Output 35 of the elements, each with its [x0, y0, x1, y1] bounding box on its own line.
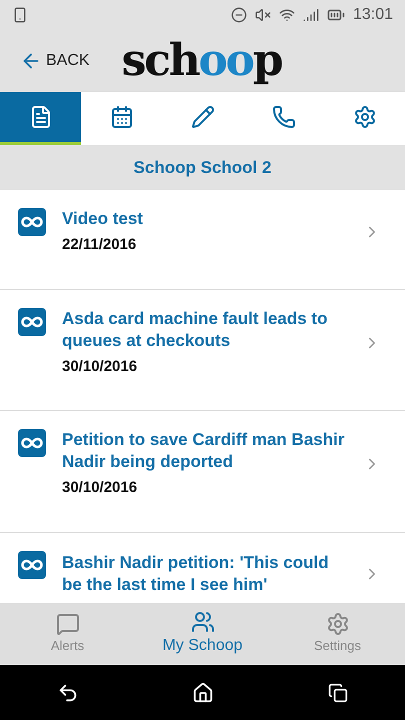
mute-icon — [254, 7, 271, 23]
news-date: 22/11/2016 — [62, 235, 138, 255]
infinity-logo-icon — [18, 550, 46, 578]
back-icon[interactable] — [56, 682, 79, 704]
nav-item[interactable]: My Schoop — [135, 603, 270, 665]
chat-icon — [56, 612, 80, 636]
schoop-logo: schoop — [122, 39, 282, 83]
tab[interactable] — [0, 92, 81, 145]
phone-icon — [272, 105, 296, 129]
news-date: 30/10/2016 — [62, 356, 138, 376]
wifi-icon — [278, 7, 295, 23]
do-not-disturb-icon — [230, 7, 247, 23]
infinity-logo-icon — [18, 208, 46, 236]
clock-time: 13:01 — [352, 5, 393, 25]
infinity-logo-icon — [18, 429, 46, 457]
news-title: Bashir Nadir petition: 'This could be the last time I see him' — [62, 552, 330, 596]
news-item[interactable]: Asda card machine fault leads to queues at checkouts 30/10/2016 — [0, 290, 405, 411]
device-icon — [12, 7, 28, 23]
school-title: Schoop School 2 — [134, 156, 272, 179]
home-icon[interactable] — [192, 682, 214, 704]
news-item[interactable]: Petition to save Cardiff man Bashir Nadir being deported 30/10/2016 — [0, 411, 405, 532]
infinity-logo-icon — [18, 308, 46, 336]
settings-icon — [352, 105, 376, 129]
news-title: Petition to save Cardiff man Bashir Nadir being deported — [62, 429, 346, 473]
signal-icon — [302, 7, 319, 23]
people-icon — [190, 610, 214, 634]
pencil-icon — [190, 105, 214, 129]
news-item[interactable]: Video test 22/11/2016 — [0, 190, 405, 290]
news-date: 30/10/2016 — [62, 478, 138, 498]
recent-apps-icon[interactable] — [328, 682, 348, 702]
settings-icon — [326, 612, 350, 636]
news-title: Video test — [62, 208, 144, 230]
calendar-icon — [110, 105, 134, 129]
back-button[interactable]: BACK — [20, 49, 90, 73]
news-title: Asda card machine fault leads to queues at checkouts — [62, 308, 328, 352]
